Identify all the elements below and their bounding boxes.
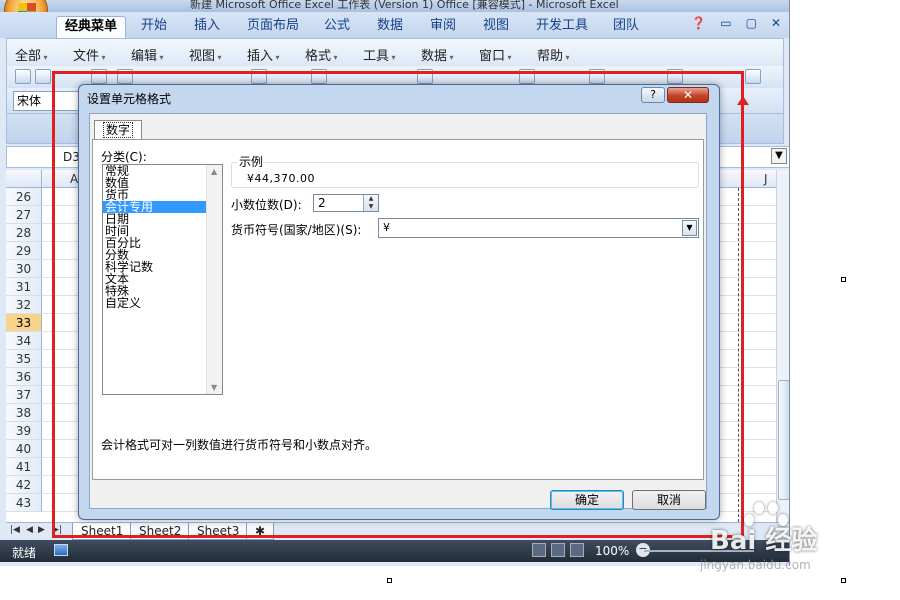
vertical-scrollbar[interactable]: [776, 170, 789, 522]
tab-insert[interactable]: 插入: [194, 16, 220, 38]
annotation-arrow-icon: [737, 96, 749, 105]
restore-icon[interactable]: ▢: [746, 16, 757, 30]
next-sheet-icon[interactable]: ▶: [38, 525, 45, 535]
prev-sheet-icon[interactable]: ◀: [26, 525, 33, 535]
tab-page-layout[interactable]: 页面布局: [247, 16, 299, 38]
row-header[interactable]: 39: [6, 422, 42, 440]
tab-data[interactable]: 数据: [377, 16, 403, 38]
row-header[interactable]: 43: [6, 494, 42, 512]
watermark-text: Bai 经验: [710, 526, 818, 556]
select-all-corner[interactable]: [6, 170, 42, 188]
row-header[interactable]: 40: [6, 440, 42, 458]
row-header[interactable]: 30: [6, 260, 42, 278]
status-bar: 就绪 100% −: [0, 540, 789, 562]
scroll-thumb[interactable]: [778, 380, 789, 500]
resize-handle[interactable]: [841, 277, 846, 282]
annotation-highlight-box: [52, 71, 744, 538]
normal-view-icon[interactable]: [532, 543, 546, 557]
first-sheet-icon[interactable]: |◀: [10, 525, 20, 535]
menu-edit[interactable]: 编辑: [131, 45, 164, 64]
baidu-watermark: Bai 经验 jingyan.baidu.com: [700, 500, 860, 580]
watermark-url: jingyan.baidu.com: [700, 558, 811, 572]
row-header[interactable]: 26: [6, 188, 42, 206]
page-break-view-icon[interactable]: [570, 543, 584, 557]
expand-formula-icon[interactable]: ▼: [771, 148, 787, 164]
minimize-icon[interactable]: ▭: [720, 16, 731, 30]
tab-home[interactable]: 开始: [141, 16, 167, 38]
row-header[interactable]: 38: [6, 404, 42, 422]
row-header[interactable]: 42: [6, 476, 42, 494]
row-headers: 26 27 28 29 30 31 32 33 34 35 36 37 38 39 40 41 42 43: [6, 188, 42, 512]
ribbon-tabs: 经典菜单 开始 插入 页面布局 公式 数据 审阅 视图 开发工具 团队: [0, 12, 789, 38]
row-header[interactable]: 31: [6, 278, 42, 296]
classic-menu-bar: 全部 文件 编辑 视图 插入 格式 工具 数据 窗口 帮助: [6, 38, 784, 66]
column-j-header[interactable]: J: [764, 172, 768, 186]
tab-developer[interactable]: 开发工具: [536, 16, 588, 38]
menu-format[interactable]: 格式: [305, 45, 338, 64]
help-icon[interactable]: ❓: [691, 16, 706, 30]
menu-file[interactable]: 文件: [73, 45, 106, 64]
menu-help[interactable]: 帮助: [537, 45, 570, 64]
row-header[interactable]: 29: [6, 242, 42, 260]
status-ready: 就绪: [12, 546, 37, 560]
menu-insert[interactable]: 插入: [247, 45, 280, 64]
tab-team[interactable]: 团队: [613, 16, 639, 38]
row-header[interactable]: 27: [6, 206, 42, 224]
row-header[interactable]: 33: [6, 314, 42, 332]
close-icon[interactable]: ✕: [771, 16, 781, 30]
menu-data[interactable]: 数据: [421, 45, 454, 64]
row-header[interactable]: 28: [6, 224, 42, 242]
menu-view[interactable]: 视图: [189, 45, 222, 64]
row-header[interactable]: 32: [6, 296, 42, 314]
macro-record-icon[interactable]: [54, 544, 68, 556]
new-icon[interactable]: [15, 69, 31, 84]
window-title: 新建 Microsoft Office Excel 工作表 (Version 1…: [190, 0, 619, 11]
row-header[interactable]: 37: [6, 386, 42, 404]
page-layout-view-icon[interactable]: [551, 543, 565, 557]
title-bar: 新建 Microsoft Office Excel 工作表 (Version 1…: [0, 0, 789, 12]
row-header[interactable]: 35: [6, 350, 42, 368]
warning-icon[interactable]: [745, 69, 761, 84]
menu-all[interactable]: 全部: [15, 45, 48, 64]
row-header[interactable]: 36: [6, 368, 42, 386]
menu-tools[interactable]: 工具: [363, 45, 396, 64]
tab-review[interactable]: 审阅: [430, 16, 456, 38]
open-icon[interactable]: [35, 69, 51, 84]
zoom-level[interactable]: 100%: [595, 544, 629, 558]
row-header[interactable]: 41: [6, 458, 42, 476]
window-controls: ❓ ▭ ▢ ✕: [691, 16, 781, 30]
tab-view[interactable]: 视图: [483, 16, 509, 38]
menu-window[interactable]: 窗口: [479, 45, 512, 64]
resize-handle[interactable]: [387, 578, 392, 583]
tab-classic-menu[interactable]: 经典菜单: [56, 16, 127, 38]
tab-formulas[interactable]: 公式: [324, 16, 350, 38]
row-header[interactable]: 34: [6, 332, 42, 350]
